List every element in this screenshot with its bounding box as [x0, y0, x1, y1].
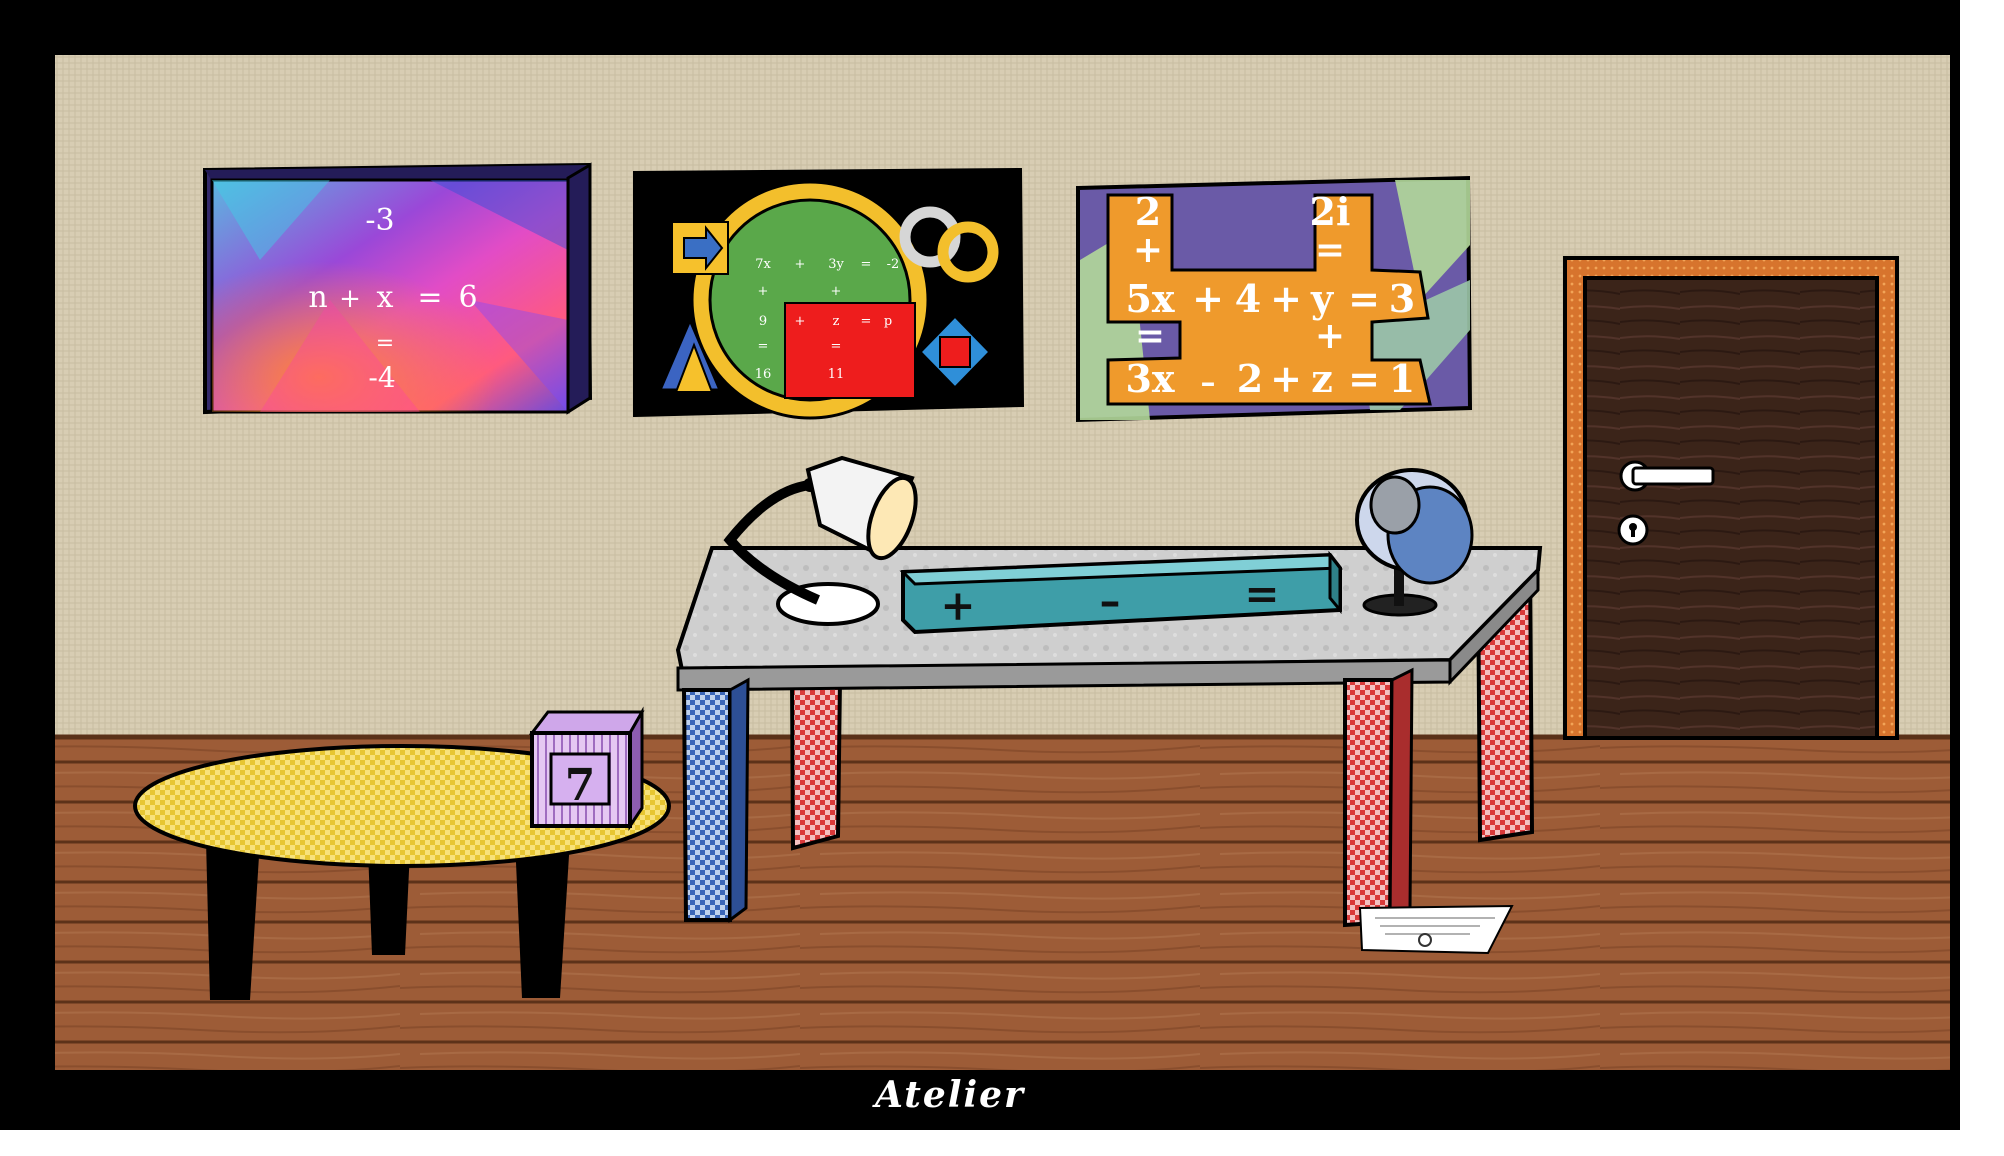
eq-r-0-5: 2i: [1310, 189, 1351, 234]
left-middle-2: x: [377, 280, 394, 315]
left-middle-0: n: [308, 280, 327, 315]
cube-number: 7: [565, 760, 596, 811]
eq-r-4-2: 2: [1237, 356, 1263, 401]
grid-3-2: =: [831, 339, 842, 354]
eq-r-0-0: 2: [1135, 189, 1161, 234]
left-middle-3: =: [417, 280, 442, 315]
grid-3-0: =: [758, 339, 769, 354]
grid-2-3: =: [861, 314, 872, 329]
left-middle-4: 6: [458, 280, 477, 315]
left-eq-sign: =: [376, 331, 394, 356]
eq-r-4-1: –: [1201, 365, 1216, 400]
box-symbol-minus[interactable]: –: [1100, 576, 1121, 625]
keyhole-icon[interactable]: [1617, 514, 1649, 546]
scene-canvas: -3 n + x = 6 = -4 7x + 3y = -2 + + 9 + z…: [0, 0, 2004, 1152]
eq-r-2-1: +: [1192, 276, 1224, 321]
eq-r-2-3: +: [1270, 276, 1302, 321]
eq-r-2-6: 3: [1389, 276, 1415, 321]
grid-2-4: p: [884, 314, 892, 329]
game-scene: -3 n + x = 6 = -4 7x + 3y = -2 + + 9 + z…: [0, 0, 2004, 1152]
door[interactable]: [1563, 256, 1899, 740]
left-middle-1: +: [339, 284, 361, 314]
grid-0-3: =: [861, 257, 872, 272]
grid-1-0: +: [758, 284, 769, 299]
grid-0-4: -2: [887, 257, 900, 272]
eq-r-4-5: =: [1348, 356, 1380, 401]
left-top-value: -3: [365, 203, 394, 238]
grid-0-0: 7x: [755, 257, 771, 272]
eq-r-3-5: +: [1315, 315, 1345, 357]
note-icon[interactable]: [1358, 904, 1514, 955]
eq-r-3-0: =: [1135, 315, 1165, 357]
grid-2-2: z: [833, 314, 840, 329]
grid-2-0: 9: [759, 314, 767, 329]
box-symbol-equals[interactable]: =: [1244, 569, 1279, 618]
eq-r-4-0: 3x: [1125, 356, 1174, 401]
grid-1-2: +: [831, 284, 842, 299]
eq-r-2-5: =: [1348, 276, 1380, 321]
painting-left[interactable]: [203, 162, 593, 415]
grid-2-1: +: [795, 314, 806, 329]
eq-r-1-0: +: [1133, 229, 1163, 271]
grid-0-1: +: [795, 257, 806, 272]
eq-r-4-4: z: [1311, 356, 1333, 401]
grid-4-2: 11: [828, 367, 845, 382]
eq-r-1-5: =: [1315, 229, 1345, 271]
grid-4-0: 16: [755, 367, 772, 382]
eq-r-4-3: +: [1270, 356, 1302, 401]
grid-0-2: 3y: [828, 257, 844, 272]
box-symbol-plus[interactable]: +: [940, 581, 975, 630]
room-name-label: Atelier: [874, 1074, 1026, 1116]
left-bottom-value: -4: [368, 361, 395, 394]
eq-r-4-6: 1: [1389, 356, 1415, 401]
eq-r-2-2: 4: [1235, 276, 1261, 321]
